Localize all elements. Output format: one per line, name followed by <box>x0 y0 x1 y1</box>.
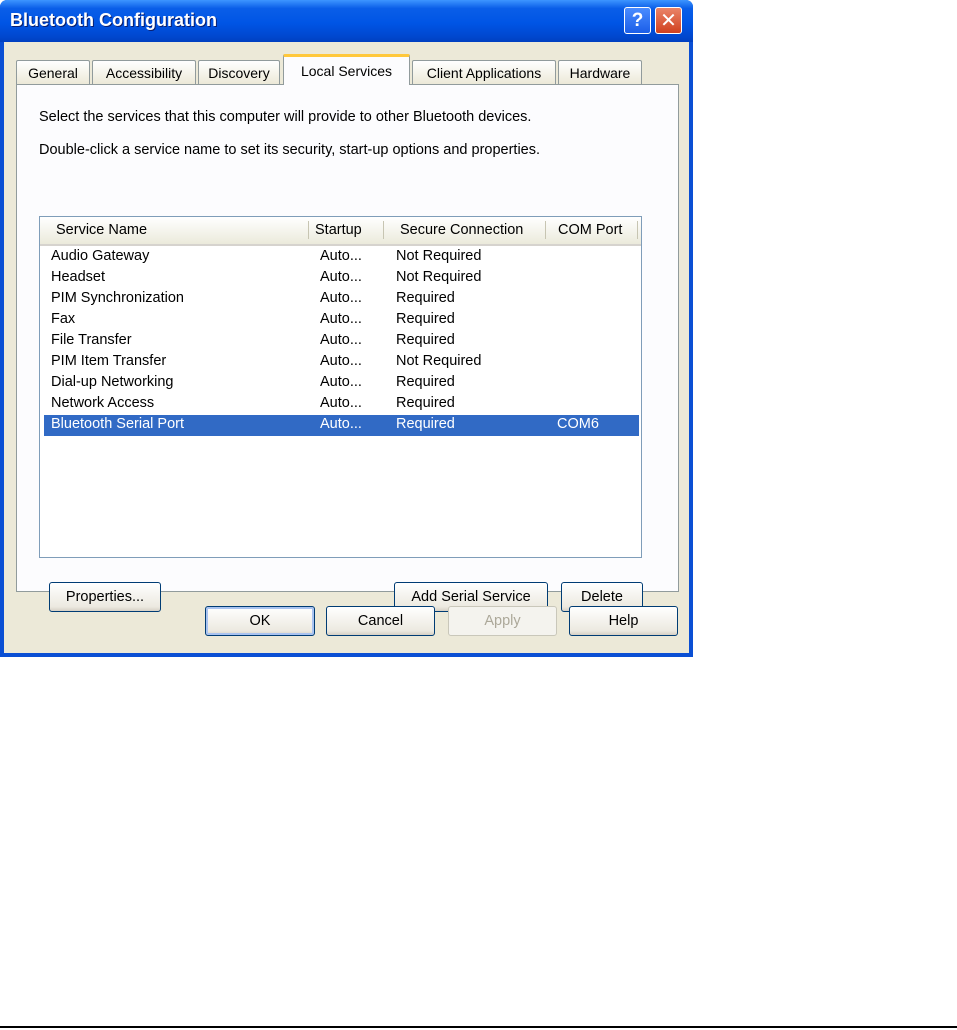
secure-connection-cell: Required <box>396 374 455 390</box>
dialog-client-area: General Accessibility Discovery Local Se… <box>4 42 689 653</box>
service-name-cell: Dial-up Networking <box>51 374 174 390</box>
tab-discovery[interactable]: Discovery <box>198 60 280 84</box>
table-row[interactable]: File Transfer Auto... Required <box>44 331 639 352</box>
tab-accessibility[interactable]: Accessibility <box>92 60 196 84</box>
column-header-com-port[interactable]: COM Port <box>558 222 622 238</box>
secure-connection-cell: Required <box>396 416 455 432</box>
cancel-button[interactable]: Cancel <box>326 606 435 636</box>
help-button[interactable]: Help <box>569 606 678 636</box>
table-row[interactable]: Fax Auto... Required <box>44 310 639 331</box>
tab-general[interactable]: General <box>16 60 90 84</box>
tab-client-applications[interactable]: Client Applications <box>412 60 556 84</box>
help-icon[interactable]: ? <box>624 7 651 34</box>
table-row[interactable]: PIM Synchronization Auto... Required <box>44 289 639 310</box>
startup-cell: Auto... <box>320 269 362 285</box>
description-line-1: Select the services that this computer w… <box>39 109 532 125</box>
column-divider[interactable] <box>383 221 384 239</box>
description-line-2: Double-click a service name to set its s… <box>39 142 541 158</box>
service-name-cell: File Transfer <box>51 332 132 348</box>
list-header: Service Name Startup Secure Connection C… <box>40 217 641 246</box>
service-name-cell: Fax <box>51 311 76 327</box>
table-row[interactable]: Audio Gateway Auto... Not Required <box>44 247 639 268</box>
table-row[interactable]: Headset Auto... Not Required <box>44 268 639 289</box>
startup-cell: Auto... <box>320 374 362 390</box>
startup-cell: Auto... <box>320 311 362 327</box>
secure-connection-cell: Not Required <box>396 269 482 285</box>
startup-cell: Auto... <box>320 332 362 348</box>
service-name-cell: Network Access <box>51 395 155 411</box>
apply-button: Apply <box>448 606 557 636</box>
table-row[interactable]: PIM Item Transfer Auto... Not Required <box>44 352 639 373</box>
secure-connection-cell: Required <box>396 332 455 348</box>
local-services-panel: Select the services that this computer w… <box>16 84 679 612</box>
column-header-service-name[interactable]: Service Name <box>56 222 147 238</box>
properties-button[interactable]: Properties... <box>49 582 161 612</box>
table-row[interactable]: Dial-up Networking Auto... Required <box>44 373 639 394</box>
secure-connection-cell: Required <box>396 311 455 327</box>
startup-cell: Auto... <box>320 290 362 306</box>
column-divider[interactable] <box>545 221 546 239</box>
startup-cell: Auto... <box>320 416 362 432</box>
page-rule-divider <box>0 1026 957 1028</box>
secure-connection-cell: Required <box>396 290 455 306</box>
bluetooth-configuration-dialog: Bluetooth Configuration ? ✕ General Acce… <box>0 0 693 657</box>
service-name-cell: PIM Item Transfer <box>51 353 167 369</box>
secure-connection-cell: Required <box>396 395 455 411</box>
secure-connection-cell: Not Required <box>396 353 482 369</box>
startup-cell: Auto... <box>320 353 362 369</box>
close-icon[interactable]: ✕ <box>655 7 682 34</box>
service-name-cell: PIM Synchronization <box>51 290 184 306</box>
table-row-selected[interactable]: Bluetooth Serial Port Auto... Required C… <box>44 415 639 436</box>
column-divider[interactable] <box>308 221 309 239</box>
table-row[interactable]: Network Access Auto... Required <box>44 394 639 415</box>
tab-hardware[interactable]: Hardware <box>558 60 642 84</box>
column-header-startup[interactable]: Startup <box>315 222 362 238</box>
title-bar[interactable]: Bluetooth Configuration ? ✕ <box>0 0 693 42</box>
tab-local-services[interactable]: Local Services <box>283 54 410 85</box>
service-name-cell: Bluetooth Serial Port <box>51 416 184 432</box>
startup-cell: Auto... <box>320 248 362 264</box>
column-header-secure-connection[interactable]: Secure Connection <box>400 222 523 238</box>
secure-connection-cell: Not Required <box>396 248 482 264</box>
service-name-cell: Headset <box>51 269 106 285</box>
startup-cell: Auto... <box>320 395 362 411</box>
com-port-cell: COM6 <box>557 416 599 432</box>
window-title: Bluetooth Configuration <box>10 10 217 30</box>
column-divider[interactable] <box>637 221 638 239</box>
ok-button[interactable]: OK <box>205 606 315 636</box>
services-list[interactable]: Service Name Startup Secure Connection C… <box>39 216 642 558</box>
service-name-cell: Audio Gateway <box>51 248 150 264</box>
